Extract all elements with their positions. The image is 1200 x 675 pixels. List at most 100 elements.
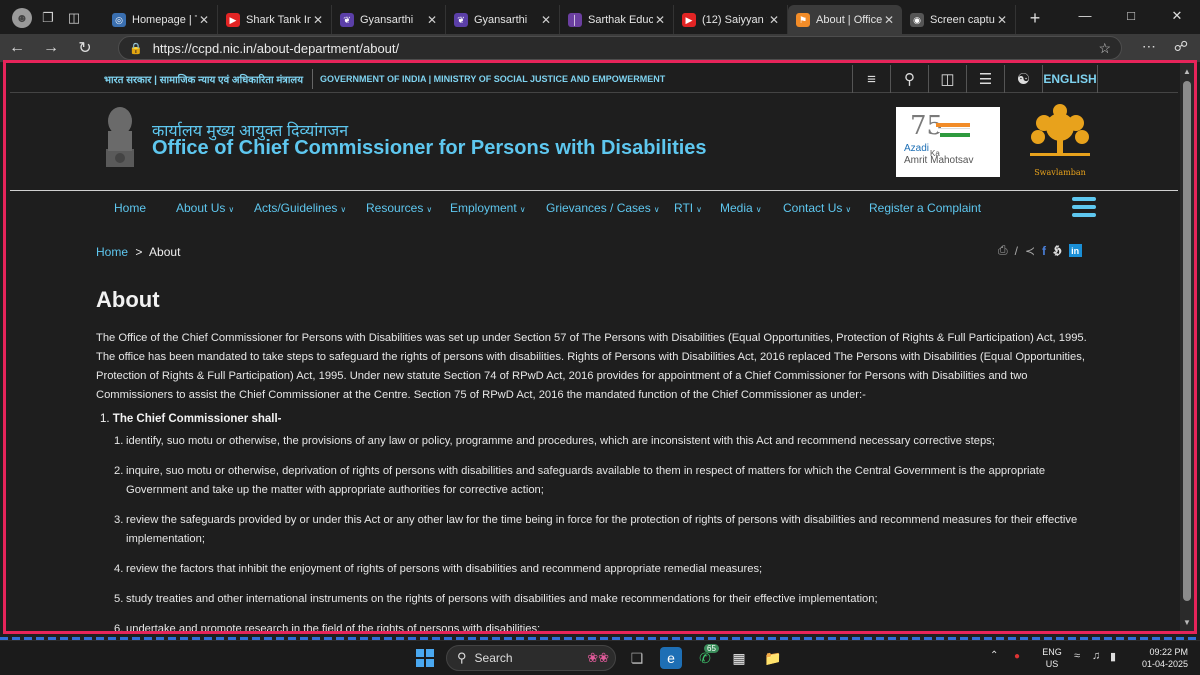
nav-item-label[interactable]: Resources [366,201,423,215]
chevron-down-icon[interactable]: ∨ [696,205,702,214]
chevron-down-icon[interactable]: ∨ [654,205,660,214]
tab-title[interactable]: Homepage | THE [132,14,197,26]
chevron-up-icon[interactable]: ⌃ [990,650,998,661]
breadcrumb-home-link[interactable]: Home [96,245,128,259]
linkedin-icon[interactable]: in [1068,244,1082,257]
refresh-icon[interactable]: ↻ [68,38,102,58]
browser-tab[interactable]: ◎ Homepage | THE✕ [104,5,218,35]
volume-icon[interactable]: ♫ [1092,650,1100,662]
nav-item-resources[interactable]: Resources ∨ [366,201,432,215]
nav-item-label[interactable]: Grievances / Cases [546,201,651,215]
tab-title[interactable]: About | Office o [816,14,882,26]
nav-item-register-a-complaint[interactable]: Register a Complaint [869,201,981,215]
close-tab-icon[interactable]: ✕ [995,13,1009,27]
sitemap-icon[interactable]: ☰ [966,65,1004,93]
taskbar-search[interactable]: ⚲ Search ❀❀ [446,645,616,671]
security-icon[interactable]: ● [1014,651,1020,662]
browser-tab[interactable]: ◉ Screen capture✕ [902,5,1016,35]
nav-item-label[interactable]: RTI [674,201,693,215]
lock-icon[interactable]: 🔒 [129,42,143,55]
browser-tab[interactable]: ▶ (12) Saiyyan to B✕ [674,5,788,35]
workspaces-icon[interactable]: ❐ [38,8,58,28]
url-field[interactable]: 🔒 https://ccpd.nic.in/about-department/a… [118,36,1122,60]
nav-item-about-us[interactable]: About Us ∨ [176,201,234,215]
close-tab-icon[interactable]: ✕ [767,13,781,27]
browser-tab[interactable]: ▶ Shark Tank India✕ [218,5,332,35]
browser-tab[interactable]: ❦ Gyansarthi ✕ [446,5,560,35]
battery-icon[interactable]: ▮ [1110,650,1116,663]
close-tab-icon[interactable]: ✕ [197,13,211,27]
chevron-down-icon[interactable]: ∨ [426,205,432,214]
office-title-english[interactable]: Office of Chief Commissioner for Persons… [152,137,707,160]
new-tab-button[interactable]: + [1022,8,1048,29]
swavlamban-logo[interactable]: Swavlamban [1018,101,1102,185]
profile-avatar-icon[interactable]: ☻ [12,8,32,28]
chevron-down-icon[interactable]: ∨ [228,205,234,214]
accessibility-icon[interactable]: ☯ [1004,65,1042,93]
facebook-icon[interactable]: f [1042,244,1046,258]
close-tab-icon[interactable]: ✕ [311,13,325,27]
nav-item-label[interactable]: Contact Us [783,201,842,215]
nav-item-label[interactable]: Acts/Guidelines [254,201,337,215]
azadi-ka-amrit-mahotsav-logo[interactable]: 75 Azadi Ka Amrit Mahotsav [896,107,1000,177]
store-icon[interactable]: ▦ [728,647,750,669]
close-tab-icon[interactable]: ✕ [882,13,896,27]
chevron-down-icon[interactable]: ∨ [520,205,526,214]
chevron-down-icon[interactable]: ∨ [340,205,346,214]
tab-title[interactable]: Gyansarthi [474,14,539,26]
hamburger-menu-icon[interactable] [1072,197,1096,217]
back-arrow-icon[interactable]: ← [0,39,34,57]
input-language[interactable]: ENG US [1042,646,1062,670]
more-options-icon[interactable]: ⋯ [1142,38,1156,55]
system-clock[interactable]: 09:22 PM 01-04-2025 [1132,646,1188,670]
search-icon[interactable]: ⚲ [890,65,928,93]
minimize-button[interactable]: — [1062,0,1108,32]
nav-item-label[interactable]: About Us [176,201,225,215]
close-tab-icon[interactable]: ✕ [425,13,439,27]
nav-item-home[interactable]: Home [114,201,146,215]
chevron-down-icon[interactable]: ∨ [756,205,762,214]
nav-item-label[interactable]: Media [720,201,753,215]
nav-item-label[interactable]: Register a Complaint [869,201,981,215]
tab-title[interactable]: Gyansarthi [360,14,425,26]
nav-item-acts-guidelines[interactable]: Acts/Guidelines ∨ [254,201,346,215]
windows-start-icon[interactable] [416,649,434,667]
print-icon[interactable]: ⎙ [998,243,1008,258]
chevron-down-icon[interactable]: ∨ [845,205,851,214]
file-explorer-icon[interactable]: 📁 [762,647,784,669]
skip-to-content-icon[interactable]: ≡ [852,65,890,93]
scroll-up-icon[interactable]: ▲ [1180,67,1194,76]
scroll-down-icon[interactable]: ▼ [1180,618,1194,627]
page-scrollbar[interactable]: ▲ ▼ [1180,63,1194,631]
nav-item-contact-us[interactable]: Contact Us ∨ [783,201,851,215]
copilot-icon[interactable]: ☍ [1174,38,1188,55]
nav-item-rti[interactable]: RTI ∨ [674,201,702,215]
nav-item-media[interactable]: Media ∨ [720,201,762,215]
close-window-button[interactable]: ✕ [1154,0,1200,32]
forward-arrow-icon[interactable]: → [34,39,68,57]
nav-item-label[interactable]: Home [114,201,146,215]
scrollbar-thumb[interactable] [1183,81,1191,601]
tab-title[interactable]: Screen capture [930,14,995,26]
nav-item-label[interactable]: Employment [450,201,517,215]
close-tab-icon[interactable]: ✕ [653,13,667,27]
tab-title[interactable]: (12) Saiyyan to B [702,14,767,26]
close-tab-icon[interactable]: ✕ [539,13,553,27]
wifi-icon[interactable]: ≈ [1074,650,1080,662]
language-selector[interactable]: ENGLISH [1042,65,1098,93]
tab-actions-icon[interactable]: ◫ [64,8,84,28]
share-icon[interactable]: ≺ [1025,244,1035,258]
maximize-button[interactable]: □ [1108,0,1154,32]
tab-title[interactable]: Sarthak Educatio [588,14,653,26]
browser-tab[interactable]: ⚑ About | Office o✕ [788,5,902,35]
nav-item-employment[interactable]: Employment ∨ [450,201,526,215]
x-twitter-icon[interactable]: 𝕳 [1053,243,1062,258]
feedback-chat-icon[interactable]: ◫ [928,65,966,93]
browser-tab[interactable]: │ Sarthak Educatio✕ [560,5,674,35]
url-text[interactable]: https://ccpd.nic.in/about-department/abo… [153,41,399,56]
browser-tab[interactable]: ❦ Gyansarthi ✕ [332,5,446,35]
task-view-icon[interactable]: ❏ [626,647,648,669]
favorite-star-icon[interactable]: ☆ [1098,40,1111,57]
nav-item-grievances-cases[interactable]: Grievances / Cases ∨ [546,201,660,215]
edge-browser-icon[interactable]: e [660,647,682,669]
